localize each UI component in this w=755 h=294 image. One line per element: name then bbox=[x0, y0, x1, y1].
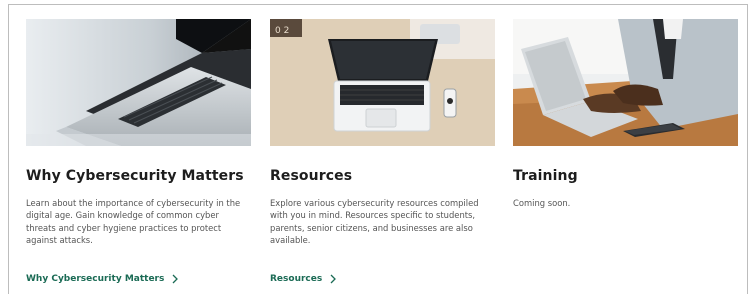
link-label: Why Cybersecurity Matters bbox=[26, 274, 165, 284]
chevron-right-icon bbox=[172, 274, 179, 284]
card-resources: 0 2 Resources Explore various cybersecur… bbox=[270, 19, 495, 284]
card-why-cybersecurity: Why Cybersecurity Matters Learn about th… bbox=[26, 19, 251, 284]
card-description: Explore various cybersecurity resources … bbox=[270, 198, 479, 246]
person-typing-photo bbox=[513, 19, 738, 146]
card-description: Learn about the importance of cybersecur… bbox=[26, 198, 241, 246]
resources-link[interactable]: Resources bbox=[270, 274, 337, 284]
card-title: Training bbox=[513, 168, 578, 184]
card-training: Training Coming soon. bbox=[513, 19, 738, 208]
why-cybersecurity-link[interactable]: Why Cybersecurity Matters bbox=[26, 274, 179, 284]
card-description: Coming soon. bbox=[513, 198, 571, 208]
card-title: Resources bbox=[270, 168, 353, 184]
laptop-on-desk-photo: 0 2 bbox=[270, 19, 495, 146]
link-label: Resources bbox=[270, 274, 323, 284]
chevron-right-icon bbox=[330, 274, 337, 284]
laptop-closeup-photo bbox=[26, 19, 251, 146]
card-title: Why Cybersecurity Matters bbox=[26, 168, 244, 184]
svg-text:0 2: 0 2 bbox=[275, 26, 289, 36]
card-section: Why Cybersecurity Matters Learn about th… bbox=[8, 4, 748, 294]
